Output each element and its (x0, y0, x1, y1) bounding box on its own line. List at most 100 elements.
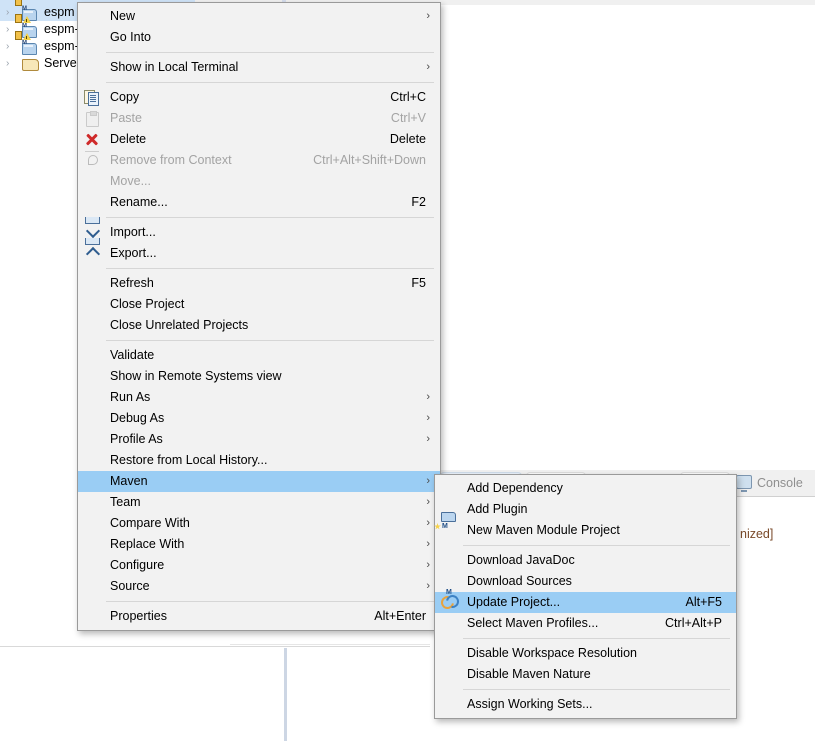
console-tab-label: Console (757, 476, 803, 490)
menu-item-accelerator: Alt+Enter (374, 606, 426, 627)
menu-item-accelerator: Ctrl+Alt+Shift+Down (313, 150, 426, 171)
menu-item-label: Properties (110, 606, 167, 627)
menu-item-label: Import... (110, 222, 156, 243)
menu-item-copy[interactable]: Copy Ctrl+C (78, 87, 440, 108)
menu-item-label: Run As (110, 387, 150, 408)
menu-item-label: Copy (110, 87, 139, 108)
menu-item-remove-from-context: Remove from ContextCtrl+Alt+Shift+Down (78, 150, 440, 171)
menu-separator (441, 545, 730, 546)
menu-item-label: Profile As (110, 429, 163, 450)
menu-item-team[interactable]: Team › (78, 492, 440, 513)
menu-item-label: Add Plugin (467, 499, 527, 520)
menu-item-label: Restore from Local History... (110, 450, 267, 471)
menu-item-accelerator: F2 (411, 192, 426, 213)
menu-item-properties[interactable]: Properties Alt+Enter (78, 606, 440, 627)
menu-item-restore-from-local-history[interactable]: Restore from Local History... (78, 450, 440, 471)
menu-item-label: New Maven Module Project (467, 520, 620, 541)
menu-separator (84, 217, 434, 218)
copy-icon (84, 90, 100, 105)
chevron-right-icon: › (426, 408, 430, 429)
menu-item-label: Download Sources (467, 571, 572, 592)
menu-item-validate[interactable]: Validate (78, 345, 440, 366)
paste-icon (84, 111, 100, 126)
menu-item-label: Close Unrelated Projects (110, 315, 248, 336)
menu-item-replace-with[interactable]: Replace With › (78, 534, 440, 555)
delete-icon (84, 132, 100, 147)
menu-item-download-sources[interactable]: Download Sources (435, 571, 736, 592)
menu-separator (441, 689, 730, 690)
menu-item-label: Refresh (110, 273, 154, 294)
panel-top-border (0, 646, 430, 647)
menu-item-label: Add Dependency (467, 478, 563, 499)
tree-expander-icon[interactable]: › (6, 41, 16, 52)
menu-item-import[interactable]: Import... (78, 222, 440, 243)
menu-item-label: Replace With (110, 534, 184, 555)
new-maven-module-icon: M (441, 523, 457, 538)
menu-item-disable-maven-nature[interactable]: Disable Maven Nature (435, 664, 736, 685)
menu-separator (84, 52, 434, 53)
menu-item-label: Update Project... (467, 592, 560, 613)
tree-expander-icon[interactable]: › (6, 58, 16, 69)
menu-item-add-dependency[interactable]: Add Dependency (435, 478, 736, 499)
menu-item-label: Delete (110, 129, 146, 150)
menu-item-download-javadoc[interactable]: Download JavaDoc (435, 550, 736, 571)
menu-item-disable-workspace-resolution[interactable]: Disable Workspace Resolution (435, 643, 736, 664)
menu-item-delete[interactable]: Delete Delete (78, 129, 440, 150)
menu-item-label: Show in Remote Systems view (110, 366, 282, 387)
menu-item-profile-as[interactable]: Profile As › (78, 429, 440, 450)
chevron-right-icon: › (426, 387, 430, 408)
menu-item-label: Team (110, 492, 141, 513)
menu-item-close-unrelated-projects[interactable]: Close Unrelated Projects (78, 315, 440, 336)
menu-separator (84, 82, 434, 83)
menu-item-label: Rename... (110, 192, 168, 213)
menu-item-label: Move... (110, 171, 151, 192)
menu-item-show-in-local-terminal[interactable]: Show in Local Terminal› (78, 57, 440, 78)
vertical-sash[interactable] (284, 648, 287, 741)
menu-item-select-maven-profiles[interactable]: Select Maven Profiles...Ctrl+Alt+P (435, 613, 736, 634)
menu-item-label: New (110, 6, 135, 27)
chevron-right-icon: › (426, 471, 430, 492)
panel-border-2 (230, 644, 430, 645)
tree-item-label: espm- (44, 21, 79, 38)
maven-project-warning-icon: M (22, 40, 39, 54)
menu-item-run-as[interactable]: Run As › (78, 387, 440, 408)
menu-item-accelerator: Alt+F5 (686, 592, 722, 613)
menu-item-rename[interactable]: Rename... F2 (78, 192, 440, 213)
menu-item-new[interactable]: New › (78, 6, 440, 27)
menu-item-label: Close Project (110, 294, 184, 315)
menu-item-add-plugin[interactable]: Add Plugin (435, 499, 736, 520)
menu-item-export[interactable]: Export... (78, 243, 440, 264)
maven-submenu[interactable]: Add DependencyAdd Plugin M New Maven Modul… (434, 474, 737, 719)
menu-item-label: Download JavaDoc (467, 550, 575, 571)
menu-item-configure[interactable]: Configure› (78, 555, 440, 576)
menu-item-go-into[interactable]: Go Into (78, 27, 440, 48)
chevron-right-icon: › (426, 492, 430, 513)
menu-separator (84, 268, 434, 269)
tab-console[interactable]: Console (736, 475, 803, 493)
menu-separator (441, 638, 730, 639)
menu-item-assign-working-sets[interactable]: Assign Working Sets... (435, 694, 736, 715)
chevron-right-icon: › (426, 6, 430, 27)
menu-item-label: Validate (110, 345, 154, 366)
console-icon (736, 475, 752, 489)
menu-item-compare-with[interactable]: Compare With › (78, 513, 440, 534)
chevron-right-icon: › (426, 513, 430, 534)
project-context-menu[interactable]: New›Go IntoShow in Local Terminal›CopyCt… (77, 2, 441, 631)
menu-item-accelerator: Ctrl+C (390, 87, 426, 108)
menu-item-refresh[interactable]: Refresh F5 (78, 273, 440, 294)
chevron-right-icon: › (426, 534, 430, 555)
menu-item-show-in-remote-systems-view[interactable]: Show in Remote Systems view (78, 366, 440, 387)
menu-item-debug-as[interactable]: Debug As› (78, 408, 440, 429)
menu-item-maven[interactable]: Maven› (78, 471, 440, 492)
menu-item-new-maven-module-project[interactable]: M New Maven Module Project (435, 520, 736, 541)
menu-item-accelerator: F5 (411, 273, 426, 294)
chevron-right-icon: › (426, 576, 430, 597)
chevron-right-icon: › (426, 429, 430, 450)
menu-item-label: Compare With (110, 513, 190, 534)
menu-item-close-project[interactable]: Close Project (78, 294, 440, 315)
menu-separator (84, 340, 434, 341)
menu-item-accelerator: Delete (390, 129, 426, 150)
menu-item-update-project[interactable]: M Update Project... Alt+F5 (435, 592, 736, 613)
menu-item-source[interactable]: Source› (78, 576, 440, 597)
update-project-icon: M (441, 595, 457, 610)
